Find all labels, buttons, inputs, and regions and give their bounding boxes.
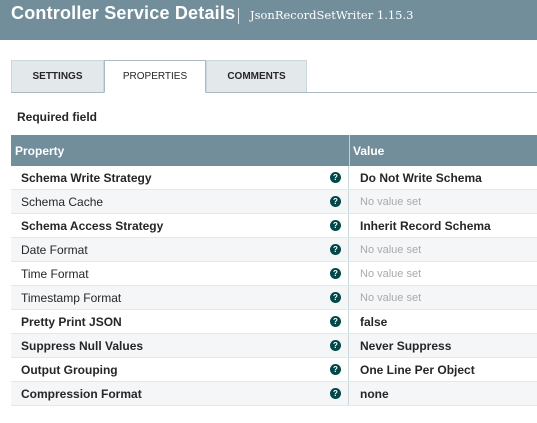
question-circle-icon[interactable]: ? [330,316,341,327]
dialog-title: Controller Service Details [11,3,236,23]
table-row[interactable]: Compression Format? none [11,382,537,406]
service-type-version: JsonRecordSetWriter 1.15.3 [250,8,414,22]
property-cell: Schema Access Strategy? [11,214,349,237]
table-row[interactable]: Schema Access Strategy? Inherit Record Sc… [11,214,537,238]
table-row[interactable]: Pretty Print JSON? false [11,310,537,334]
question-circle-icon[interactable]: ? [330,172,341,183]
property-value[interactable]: No value set [360,196,421,208]
property-cell: Schema Cache? [11,190,349,213]
property-cell: Schema Write Strategy? [11,166,349,189]
property-value[interactable]: No value set [360,292,421,304]
table-row[interactable]: Timestamp Format? No value set [11,286,537,310]
dialog-header: Controller Service Details JsonRecordSet… [0,0,537,40]
property-cell: Timestamp Format? [11,286,349,309]
table-row[interactable]: Time Format? No value set [11,262,537,286]
question-circle-icon[interactable]: ? [330,244,341,255]
property-value[interactable]: One Line Per Object [360,363,475,377]
question-circle-icon[interactable]: ? [330,340,341,351]
property-name: Compression Format [21,387,142,401]
property-value[interactable]: Inherit Record Schema [360,219,491,233]
header-divider [238,8,239,24]
property-value[interactable]: false [360,315,387,329]
table-row[interactable]: Schema Write Strategy? Do Not Write Schem… [11,166,537,190]
column-divider [349,135,350,166]
column-header-property[interactable]: Property [15,144,64,158]
question-circle-icon[interactable]: ? [330,196,341,207]
property-value[interactable]: No value set [360,268,421,280]
property-name: Pretty Print JSON [21,315,122,329]
table-row[interactable]: Suppress Null Values? Never Suppress [11,334,537,358]
property-value[interactable]: No value set [360,244,421,256]
property-name: Schema Access Strategy [21,219,164,233]
property-cell: Output Grouping? [11,358,349,381]
question-circle-icon[interactable]: ? [330,292,341,303]
property-value[interactable]: Never Suppress [360,339,451,353]
property-cell: Date Format? [11,238,349,261]
tab-baseline [11,92,537,93]
property-cell: Pretty Print JSON? [11,310,349,333]
property-name: Date Format [21,243,88,257]
property-value[interactable]: none [360,387,389,401]
tab-bar: SETTINGS PROPERTIES COMMENTS [11,60,537,93]
property-name: Time Format [21,267,89,281]
question-circle-icon[interactable]: ? [330,364,341,375]
tab-properties[interactable]: PROPERTIES [104,60,206,93]
required-field-label: Required field [17,110,98,124]
table-header: Property Value [11,135,537,166]
table-body: Schema Write Strategy? Do Not Write Schem… [11,166,537,406]
tab-settings[interactable]: SETTINGS [11,60,104,92]
property-name: Timestamp Format [21,291,122,305]
question-circle-icon[interactable]: ? [330,220,341,231]
question-circle-icon[interactable]: ? [330,268,341,279]
tab-comments[interactable]: COMMENTS [206,60,307,92]
property-cell: Time Format? [11,262,349,285]
property-name: Suppress Null Values [21,339,144,353]
property-name: Schema Write Strategy [21,171,152,185]
column-header-value[interactable]: Value [353,144,384,158]
properties-table: Property Value Schema Write Strategy? Do … [11,135,537,406]
table-row[interactable]: Date Format? No value set [11,238,537,262]
property-cell: Compression Format? [11,382,349,405]
property-value[interactable]: Do Not Write Schema [360,171,482,185]
property-name: Output Grouping [21,363,118,377]
table-row[interactable]: Output Grouping? One Line Per Object [11,358,537,382]
question-circle-icon[interactable]: ? [330,388,341,399]
property-cell: Suppress Null Values? [11,334,349,357]
property-name: Schema Cache [21,195,104,209]
table-row[interactable]: Schema Cache? No value set [11,190,537,214]
